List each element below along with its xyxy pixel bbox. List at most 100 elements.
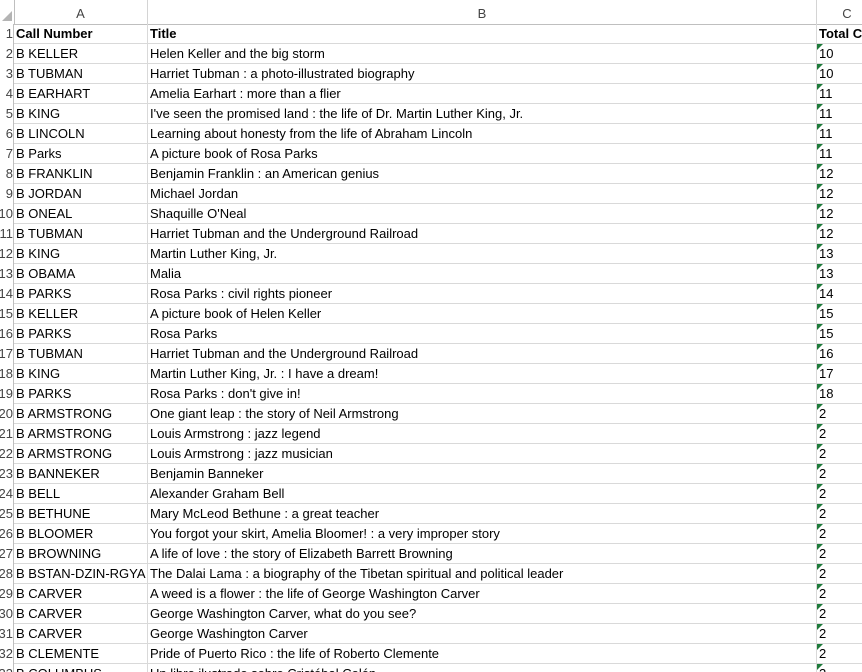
cell-total[interactable]: 2 <box>817 564 862 584</box>
cell-call-number[interactable]: B BLOOMER <box>14 524 148 544</box>
cell-call-number[interactable]: B BELL <box>14 484 148 504</box>
cell-call-number[interactable]: B JORDAN <box>14 184 148 204</box>
cell-title[interactable]: Martin Luther King, Jr. <box>148 244 817 264</box>
cell-call-number[interactable]: B BROWNING <box>14 544 148 564</box>
cell-title[interactable]: A weed is a flower : the life of George … <box>148 584 817 604</box>
cell-title[interactable]: Harriet Tubman and the Underground Railr… <box>148 224 817 244</box>
row-number[interactable]: 9 <box>0 184 14 204</box>
cell-total[interactable]: 12 <box>817 204 862 224</box>
cell-call-number[interactable]: B TUBMAN <box>14 224 148 244</box>
cell-title[interactable]: I've seen the promised land : the life o… <box>148 104 817 124</box>
select-all-button[interactable] <box>0 0 15 24</box>
row-number[interactable]: 31 <box>0 624 14 644</box>
row-number[interactable]: 26 <box>0 524 14 544</box>
row-number[interactable]: 24 <box>0 484 14 504</box>
cell-call-number[interactable]: B PARKS <box>14 384 148 404</box>
cell-total[interactable]: 2 <box>817 404 862 424</box>
cell-call-number[interactable]: B KING <box>14 364 148 384</box>
row-number[interactable]: 8 <box>0 164 14 184</box>
cell-title[interactable]: Pride of Puerto Rico : the life of Rober… <box>148 644 817 664</box>
cell-call-number[interactable]: B BETHUNE <box>14 504 148 524</box>
cell-call-number[interactable]: B ARMSTRONG <box>14 444 148 464</box>
row-number[interactable]: 1 <box>0 24 14 44</box>
cell-total[interactable]: 2 <box>817 604 862 624</box>
row-number[interactable]: 13 <box>0 264 14 284</box>
cell-call-number[interactable]: B TUBMAN <box>14 64 148 84</box>
cell-title[interactable]: Benjamin Franklin : an American genius <box>148 164 817 184</box>
row-number[interactable]: 15 <box>0 304 14 324</box>
cell-call-number[interactable]: B FRANKLIN <box>14 164 148 184</box>
cell-header-call-number[interactable]: Call Number <box>14 24 148 44</box>
cell-call-number[interactable]: B ONEAL <box>14 204 148 224</box>
cell-title[interactable]: Alexander Graham Bell <box>148 484 817 504</box>
cell-call-number[interactable]: B CARVER <box>14 604 148 624</box>
cell-call-number[interactable]: B TUBMAN <box>14 344 148 364</box>
cell-title[interactable]: George Washington Carver, what do you se… <box>148 604 817 624</box>
row-number[interactable]: 20 <box>0 404 14 424</box>
cell-call-number[interactable]: B BSTAN-DZIN-RGYA <box>14 564 148 584</box>
cell-total[interactable]: 10 <box>817 64 862 84</box>
row-number[interactable]: 30 <box>0 604 14 624</box>
cell-call-number[interactable]: B PARKS <box>14 284 148 304</box>
row-number[interactable]: 16 <box>0 324 14 344</box>
cell-call-number[interactable]: B KING <box>14 244 148 264</box>
cell-call-number[interactable]: B COLUMBUS <box>14 664 148 672</box>
row-number[interactable]: 14 <box>0 284 14 304</box>
cell-title[interactable]: Benjamin Banneker <box>148 464 817 484</box>
cell-total[interactable]: 15 <box>817 324 862 344</box>
row-number[interactable]: 3 <box>0 64 14 84</box>
row-number[interactable]: 18 <box>0 364 14 384</box>
cell-total[interactable]: 18 <box>817 384 862 404</box>
cell-total[interactable]: 12 <box>817 224 862 244</box>
cell-title[interactable]: Harriet Tubman and the Underground Railr… <box>148 344 817 364</box>
row-number[interactable]: 2 <box>0 44 14 64</box>
cell-total[interactable]: 2 <box>817 484 862 504</box>
cell-total[interactable]: 16 <box>817 344 862 364</box>
cell-header-total[interactable]: Total C <box>817 24 862 44</box>
cell-title[interactable]: Shaquille O'Neal <box>148 204 817 224</box>
cell-call-number[interactable]: B OBAMA <box>14 264 148 284</box>
cell-call-number[interactable]: B CLEMENTE <box>14 644 148 664</box>
cell-total[interactable]: 11 <box>817 144 862 164</box>
row-number[interactable]: 5 <box>0 104 14 124</box>
cell-title[interactable]: You forgot your skirt, Amelia Bloomer! :… <box>148 524 817 544</box>
column-header-b[interactable]: B <box>148 0 817 24</box>
cell-total[interactable]: 2 <box>817 424 862 444</box>
cell-title[interactable]: The Dalai Lama : a biography of the Tibe… <box>148 564 817 584</box>
row-number[interactable]: 27 <box>0 544 14 564</box>
cell-call-number[interactable]: B BANNEKER <box>14 464 148 484</box>
row-number[interactable]: 12 <box>0 244 14 264</box>
row-number[interactable]: 25 <box>0 504 14 524</box>
cell-total[interactable]: 15 <box>817 304 862 324</box>
row-number[interactable]: 29 <box>0 584 14 604</box>
cell-call-number[interactable]: B KELLER <box>14 304 148 324</box>
cell-title[interactable]: A life of love : the story of Elizabeth … <box>148 544 817 564</box>
row-number[interactable]: 11 <box>0 224 14 244</box>
cell-total[interactable]: 12 <box>817 164 862 184</box>
cell-call-number[interactable]: B KING <box>14 104 148 124</box>
cell-title[interactable]: Learning about honesty from the life of … <box>148 124 817 144</box>
row-number[interactable]: 33 <box>0 664 14 672</box>
cell-total[interactable]: 2 <box>817 504 862 524</box>
cell-title[interactable]: Louis Armstrong : jazz legend <box>148 424 817 444</box>
cell-total[interactable]: 13 <box>817 264 862 284</box>
cell-total[interactable]: 13 <box>817 244 862 264</box>
cell-total[interactable]: 2 <box>817 524 862 544</box>
cell-total[interactable]: 14 <box>817 284 862 304</box>
cell-call-number[interactable]: B ARMSTRONG <box>14 404 148 424</box>
row-number[interactable]: 6 <box>0 124 14 144</box>
cell-call-number[interactable]: B Parks <box>14 144 148 164</box>
column-header-a[interactable]: A <box>14 0 148 24</box>
cell-total[interactable]: 10 <box>817 44 862 64</box>
cell-total[interactable]: 2 <box>817 464 862 484</box>
cell-total[interactable]: 2 <box>817 584 862 604</box>
column-header-c[interactable]: C <box>817 0 862 24</box>
row-number[interactable]: 10 <box>0 204 14 224</box>
cell-title[interactable]: Rosa Parks : don't give in! <box>148 384 817 404</box>
cell-call-number[interactable]: B PARKS <box>14 324 148 344</box>
cell-title[interactable]: Harriet Tubman : a photo-illustrated bio… <box>148 64 817 84</box>
cell-call-number[interactable]: B KELLER <box>14 44 148 64</box>
row-number[interactable]: 7 <box>0 144 14 164</box>
cell-title[interactable]: George Washington Carver <box>148 624 817 644</box>
cell-total[interactable]: 2 <box>817 664 862 672</box>
